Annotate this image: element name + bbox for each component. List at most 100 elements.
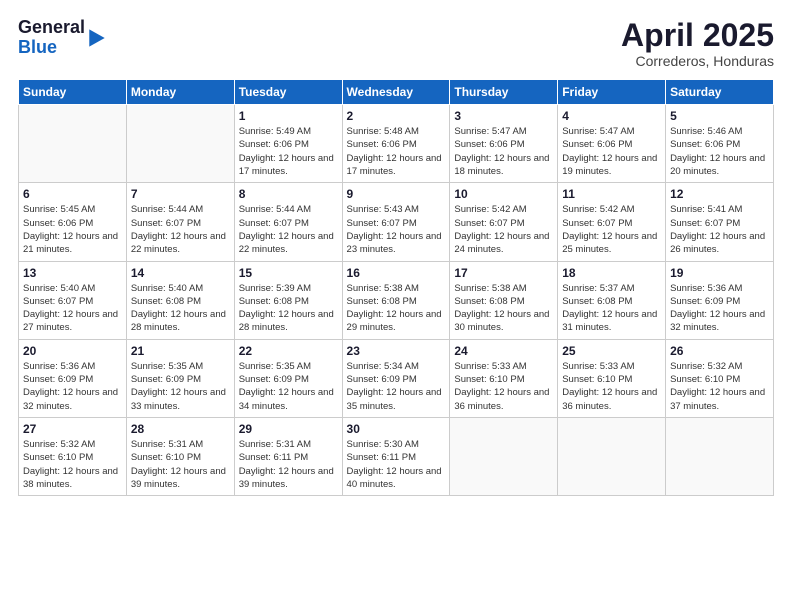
calendar-day-cell: 22 Sunrise: 5:35 AMSunset: 6:09 PMDayligh… bbox=[234, 339, 342, 417]
day-info: Sunrise: 5:44 AMSunset: 6:07 PMDaylight:… bbox=[239, 203, 338, 256]
calendar-day-cell: 18Sunrise: 5:37 AMSunset: 6:08 PMDayligh… bbox=[558, 261, 666, 339]
logo: General Blue bbox=[18, 18, 107, 58]
day-number: 15 bbox=[239, 266, 338, 280]
day-info: Sunrise: 5:40 AMSunset: 6:08 PMDaylight:… bbox=[131, 282, 230, 335]
day-number: 30 bbox=[347, 422, 446, 436]
calendar-day-cell: 13Sunrise: 5:40 AMSunset: 6:07 PMDayligh… bbox=[19, 261, 127, 339]
day-info: Sunrise: 5:35 AMSunset: 6:09 PMDaylight:… bbox=[131, 360, 230, 413]
calendar-day-cell: 14 Sunrise: 5:40 AMSunset: 6:08 PMDayligh… bbox=[126, 261, 234, 339]
day-info: Sunrise: 5:42 AMSunset: 6:07 PMDaylight:… bbox=[454, 203, 553, 256]
weekday-header: Monday bbox=[126, 80, 234, 105]
day-info: Sunrise: 5:33 AMSunset: 6:10 PMDaylight:… bbox=[454, 360, 553, 413]
weekday-header: Tuesday bbox=[234, 80, 342, 105]
day-info: Sunrise: 5:38 AMSunset: 6:08 PMDaylight:… bbox=[347, 282, 446, 335]
calendar-day-cell: 15 Sunrise: 5:39 AMSunset: 6:08 PMDayligh… bbox=[234, 261, 342, 339]
calendar-week-row: 13Sunrise: 5:40 AMSunset: 6:07 PMDayligh… bbox=[19, 261, 774, 339]
calendar-week-row: 27 Sunrise: 5:32 AMSunset: 6:10 PMDayligh… bbox=[19, 417, 774, 495]
day-number: 1 bbox=[239, 109, 338, 123]
day-info: Sunrise: 5:35 AMSunset: 6:09 PMDaylight:… bbox=[239, 360, 338, 413]
day-info: Sunrise: 5:32 AMSunset: 6:10 PMDaylight:… bbox=[23, 438, 122, 491]
calendar-week-row: 1 Sunrise: 5:49 AMSunset: 6:06 PMDaylight… bbox=[19, 105, 774, 183]
day-number: 3 bbox=[454, 109, 553, 123]
day-info: Sunrise: 5:31 AMSunset: 6:11 PMDaylight:… bbox=[239, 438, 338, 491]
calendar-day-cell: 17Sunrise: 5:38 AMSunset: 6:08 PMDayligh… bbox=[450, 261, 558, 339]
day-info: Sunrise: 5:47 AMSunset: 6:06 PMDaylight:… bbox=[454, 125, 553, 178]
day-number: 28 bbox=[131, 422, 230, 436]
logo-icon bbox=[87, 26, 107, 50]
calendar-day-cell: 11Sunrise: 5:42 AMSunset: 6:07 PMDayligh… bbox=[558, 183, 666, 261]
weekday-header: Wednesday bbox=[342, 80, 450, 105]
calendar-day-cell: 12 Sunrise: 5:41 AMSunset: 6:07 PMDayligh… bbox=[666, 183, 774, 261]
weekday-header: Friday bbox=[558, 80, 666, 105]
day-number: 20 bbox=[23, 344, 122, 358]
calendar-day-cell bbox=[126, 105, 234, 183]
weekday-header: Sunday bbox=[19, 80, 127, 105]
day-info: Sunrise: 5:36 AMSunset: 6:09 PMDaylight:… bbox=[23, 360, 122, 413]
day-number: 23 bbox=[347, 344, 446, 358]
day-info: Sunrise: 5:41 AMSunset: 6:07 PMDaylight:… bbox=[670, 203, 769, 256]
day-number: 19 bbox=[670, 266, 769, 280]
weekday-header: Saturday bbox=[666, 80, 774, 105]
calendar-day-cell: 16 Sunrise: 5:38 AMSunset: 6:08 PMDayligh… bbox=[342, 261, 450, 339]
day-number: 8 bbox=[239, 187, 338, 201]
calendar-day-cell: 28Sunrise: 5:31 AMSunset: 6:10 PMDayligh… bbox=[126, 417, 234, 495]
calendar-day-cell bbox=[450, 417, 558, 495]
calendar-day-cell: 8 Sunrise: 5:44 AMSunset: 6:07 PMDaylight… bbox=[234, 183, 342, 261]
calendar-header-row: SundayMondayTuesdayWednesdayThursdayFrid… bbox=[19, 80, 774, 105]
calendar-day-cell: 26 Sunrise: 5:32 AMSunset: 6:10 PMDayligh… bbox=[666, 339, 774, 417]
day-number: 12 bbox=[670, 187, 769, 201]
calendar-day-cell: 19 Sunrise: 5:36 AMSunset: 6:09 PMDayligh… bbox=[666, 261, 774, 339]
calendar-day-cell bbox=[558, 417, 666, 495]
day-info: Sunrise: 5:49 AMSunset: 6:06 PMDaylight:… bbox=[239, 125, 338, 178]
day-info: Sunrise: 5:47 AMSunset: 6:06 PMDaylight:… bbox=[562, 125, 661, 178]
page: General Blue April 2025 Correderos, Hond… bbox=[0, 0, 792, 612]
day-info: Sunrise: 5:45 AMSunset: 6:06 PMDaylight:… bbox=[23, 203, 122, 256]
logo-blue-text: Blue bbox=[18, 38, 85, 58]
weekday-header: Thursday bbox=[450, 80, 558, 105]
day-number: 29 bbox=[239, 422, 338, 436]
day-info: Sunrise: 5:32 AMSunset: 6:10 PMDaylight:… bbox=[670, 360, 769, 413]
calendar-day-cell: 1 Sunrise: 5:49 AMSunset: 6:06 PMDaylight… bbox=[234, 105, 342, 183]
day-number: 22 bbox=[239, 344, 338, 358]
calendar-day-cell: 7 Sunrise: 5:44 AMSunset: 6:07 PMDaylight… bbox=[126, 183, 234, 261]
day-info: Sunrise: 5:36 AMSunset: 6:09 PMDaylight:… bbox=[670, 282, 769, 335]
calendar-day-cell: 9Sunrise: 5:43 AMSunset: 6:07 PMDaylight… bbox=[342, 183, 450, 261]
calendar-day-cell: 30Sunrise: 5:30 AMSunset: 6:11 PMDayligh… bbox=[342, 417, 450, 495]
day-number: 4 bbox=[562, 109, 661, 123]
calendar-day-cell: 20 Sunrise: 5:36 AMSunset: 6:09 PMDayligh… bbox=[19, 339, 127, 417]
day-number: 16 bbox=[347, 266, 446, 280]
day-number: 27 bbox=[23, 422, 122, 436]
day-number: 24 bbox=[454, 344, 553, 358]
day-info: Sunrise: 5:44 AMSunset: 6:07 PMDaylight:… bbox=[131, 203, 230, 256]
logo-general-text: General bbox=[18, 18, 85, 38]
calendar-subtitle: Correderos, Honduras bbox=[621, 53, 774, 69]
day-info: Sunrise: 5:39 AMSunset: 6:08 PMDaylight:… bbox=[239, 282, 338, 335]
calendar-day-cell: 3 Sunrise: 5:47 AMSunset: 6:06 PMDaylight… bbox=[450, 105, 558, 183]
day-number: 2 bbox=[347, 109, 446, 123]
day-number: 5 bbox=[670, 109, 769, 123]
day-info: Sunrise: 5:46 AMSunset: 6:06 PMDaylight:… bbox=[670, 125, 769, 178]
calendar-day-cell: 4 Sunrise: 5:47 AMSunset: 6:06 PMDaylight… bbox=[558, 105, 666, 183]
calendar-day-cell: 21 Sunrise: 5:35 AMSunset: 6:09 PMDayligh… bbox=[126, 339, 234, 417]
day-info: Sunrise: 5:38 AMSunset: 6:08 PMDaylight:… bbox=[454, 282, 553, 335]
calendar-day-cell: 5 Sunrise: 5:46 AMSunset: 6:06 PMDaylight… bbox=[666, 105, 774, 183]
calendar-week-row: 6 Sunrise: 5:45 AMSunset: 6:06 PMDaylight… bbox=[19, 183, 774, 261]
day-number: 26 bbox=[670, 344, 769, 358]
day-number: 13 bbox=[23, 266, 122, 280]
day-number: 21 bbox=[131, 344, 230, 358]
day-number: 14 bbox=[131, 266, 230, 280]
day-info: Sunrise: 5:37 AMSunset: 6:08 PMDaylight:… bbox=[562, 282, 661, 335]
day-number: 11 bbox=[562, 187, 661, 201]
calendar-day-cell: 29 Sunrise: 5:31 AMSunset: 6:11 PMDayligh… bbox=[234, 417, 342, 495]
day-info: Sunrise: 5:43 AMSunset: 6:07 PMDaylight:… bbox=[347, 203, 446, 256]
calendar-day-cell: 6 Sunrise: 5:45 AMSunset: 6:06 PMDaylight… bbox=[19, 183, 127, 261]
title-block: April 2025 Correderos, Honduras bbox=[621, 18, 774, 69]
day-number: 6 bbox=[23, 187, 122, 201]
calendar-day-cell: 24 Sunrise: 5:33 AMSunset: 6:10 PMDayligh… bbox=[450, 339, 558, 417]
calendar-day-cell: 27 Sunrise: 5:32 AMSunset: 6:10 PMDayligh… bbox=[19, 417, 127, 495]
day-info: Sunrise: 5:33 AMSunset: 6:10 PMDaylight:… bbox=[562, 360, 661, 413]
day-info: Sunrise: 5:48 AMSunset: 6:06 PMDaylight:… bbox=[347, 125, 446, 178]
day-number: 7 bbox=[131, 187, 230, 201]
calendar-day-cell bbox=[666, 417, 774, 495]
calendar-day-cell bbox=[19, 105, 127, 183]
